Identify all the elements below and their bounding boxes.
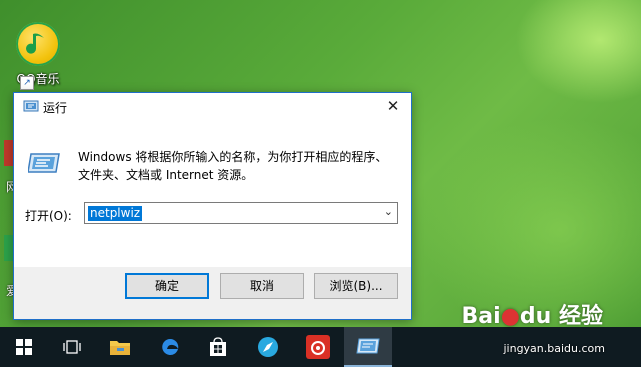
run-icon bbox=[356, 338, 380, 354]
file-explorer-icon bbox=[110, 341, 130, 355]
browser-button[interactable] bbox=[244, 327, 292, 367]
chevron-down-icon[interactable]: ⌄ bbox=[384, 205, 393, 218]
dialog-title: 运行 bbox=[43, 101, 68, 115]
open-input-value[interactable]: netplwiz bbox=[88, 206, 143, 221]
cancel-button[interactable]: 取消 bbox=[220, 273, 304, 299]
shortcut-arrow-icon: ↗ bbox=[20, 76, 34, 90]
store-button[interactable] bbox=[194, 327, 242, 367]
watermark-url: jingyan.baidu.com bbox=[503, 342, 605, 355]
store-icon bbox=[210, 337, 226, 356]
qq-music-label: QQ音乐 bbox=[16, 72, 60, 86]
logo-text-du: du bbox=[519, 304, 552, 329]
netease-music-button[interactable] bbox=[294, 327, 342, 367]
close-button[interactable]: ✕ bbox=[375, 93, 411, 120]
logo-text-bai: Bai bbox=[461, 304, 501, 329]
netease-music-icon bbox=[306, 335, 330, 359]
edge-button[interactable] bbox=[146, 327, 194, 367]
title-bar[interactable]: 运行 ✕ bbox=[14, 93, 411, 120]
open-label: 打开(O): bbox=[25, 209, 72, 223]
task-view-icon bbox=[63, 340, 81, 354]
run-icon bbox=[23, 100, 39, 116]
open-combobox[interactable]: netplwiz ⌄ bbox=[84, 202, 398, 224]
start-icon bbox=[16, 339, 32, 355]
browser-icon bbox=[258, 337, 278, 357]
ok-button[interactable]: 确定 bbox=[125, 273, 209, 299]
browse-button[interactable]: 浏览(B)... bbox=[314, 273, 398, 299]
qq-music-icon bbox=[16, 22, 60, 66]
qq-music-desktop-icon[interactable]: ↗ QQ音乐 bbox=[8, 22, 68, 90]
baidu-jingyan-logo: Bai●du 经验 bbox=[462, 298, 603, 330]
description-line-2: 文件夹、文档或 Internet 资源。 bbox=[78, 168, 254, 182]
description-line-1: Windows 将根据你所输入的名称，为你打开相应的程序、 bbox=[78, 150, 388, 164]
paw-icon: ● bbox=[500, 304, 520, 329]
start-button[interactable] bbox=[0, 327, 48, 367]
dialog-content: Windows 将根据你所输入的名称，为你打开相应的程序、 文件夹、文档或 In… bbox=[14, 120, 411, 267]
logo-text-cn: 经验 bbox=[558, 304, 603, 329]
file-explorer-button[interactable] bbox=[96, 327, 144, 367]
run-dialog: 运行 ✕ Windows 将根据你所输入的名称，为你打开相应的程序、 文件夹、文… bbox=[13, 92, 412, 320]
dialog-description: Windows 将根据你所输入的名称，为你打开相应的程序、 文件夹、文档或 In… bbox=[78, 148, 398, 184]
task-view-button[interactable] bbox=[48, 327, 96, 367]
run-taskbar-button[interactable] bbox=[344, 327, 392, 367]
edge-icon bbox=[162, 338, 179, 355]
run-large-icon bbox=[27, 150, 62, 179]
